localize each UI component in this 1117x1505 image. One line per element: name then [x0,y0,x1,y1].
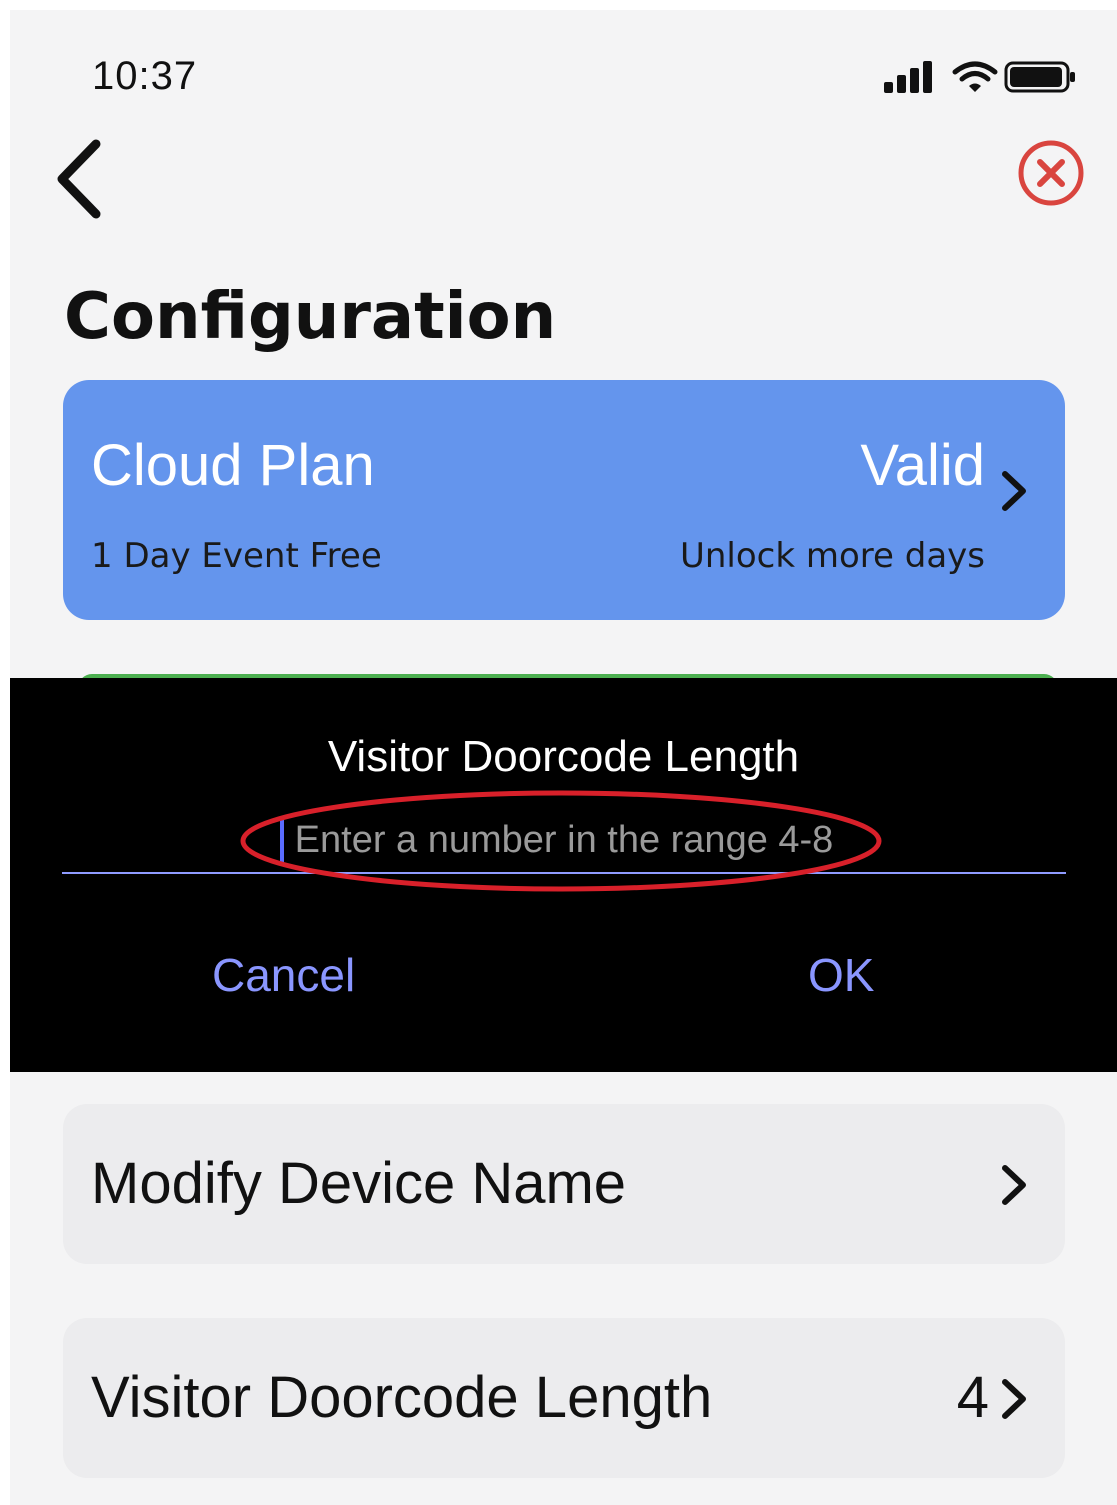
settings-row-visitor-doorcode-length[interactable]: Visitor Doorcode Length 4 [63,1318,1065,1478]
page-title: Configuration [64,280,557,354]
status-icons [882,60,1082,96]
chevron-right-icon [1002,1165,1026,1205]
doorcode-length-dialog: Visitor Doorcode Length Cancel OK [10,678,1117,1072]
app-screen: 10:37 Configuration Cloud Plan Valid 1 D… [10,10,1117,1505]
dialog-title: Visitor Doorcode Length [327,732,800,781]
text-cursor [280,816,284,862]
cellular-signal-icon [884,61,932,93]
settings-row-value: 4 [956,1365,989,1430]
settings-row-modify-device-name[interactable]: Modify Device Name [63,1104,1065,1264]
cloud-plan-subtitle: 1 Day Event Free [91,536,382,576]
cloud-plan-card[interactable]: Cloud Plan Valid 1 Day Event Free Unlock… [63,380,1065,620]
cloud-plan-status: Valid [860,433,985,498]
chevron-left-icon [57,139,101,219]
chevron-right-icon [1002,1379,1026,1419]
wifi-icon [952,61,998,92]
close-button[interactable] [1016,138,1086,208]
settings-row-label: Visitor Doorcode Length [91,1365,713,1430]
unlock-more-days-link[interactable]: Unlock more days [680,536,985,576]
close-circle-icon [1018,140,1084,206]
cancel-button[interactable]: Cancel [212,948,355,1002]
battery-icon [1004,61,1075,93]
chevron-right-icon [1002,471,1026,511]
doorcode-length-input[interactable] [62,808,1066,874]
status-time: 10:37 [92,54,198,98]
settings-row-label: Modify Device Name [91,1151,627,1216]
cloud-plan-name: Cloud Plan [91,433,375,498]
ok-button[interactable]: OK [808,948,874,1002]
back-button[interactable] [50,138,110,220]
